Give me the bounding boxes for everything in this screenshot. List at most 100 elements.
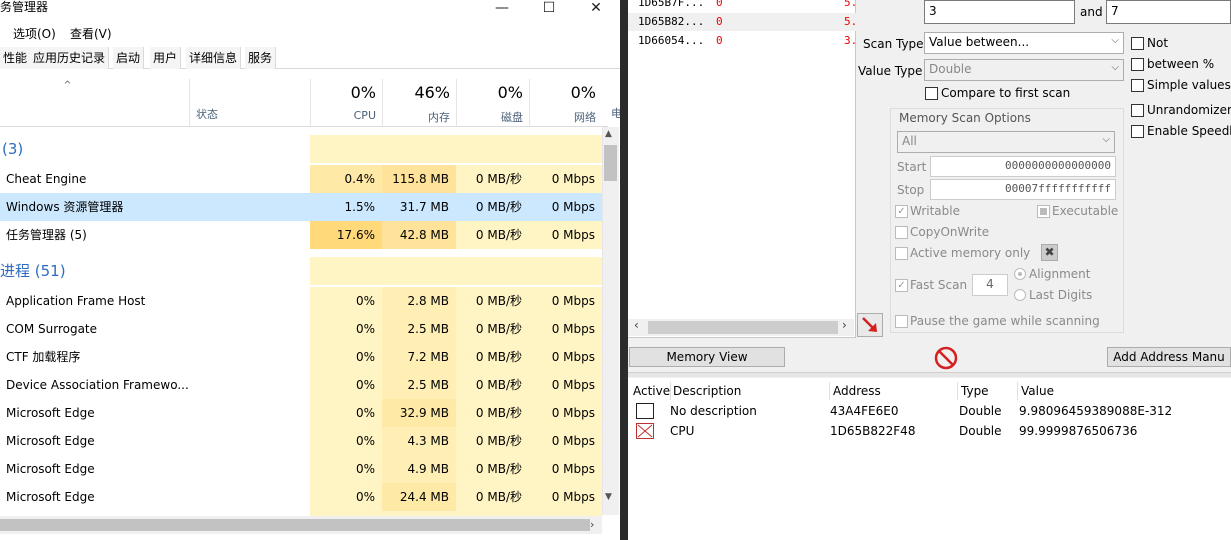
process-name: Microsoft Edge [6, 462, 95, 476]
process-name: Microsoft Edge [6, 434, 95, 448]
active-memory-checkbox[interactable] [895, 247, 908, 260]
process-name: Windows 资源管理器 [6, 200, 124, 214]
table-row[interactable]: Microsoft Edge 0% 32.9 MB 0 MB/秒 0 Mbps [0, 399, 602, 427]
active-checkbox-checked[interactable] [636, 423, 654, 439]
col-active[interactable]: Active [633, 384, 670, 398]
table-row[interactable]: Cheat Engine 0.4% 115.8 MB 0 MB/秒 0 Mbps [0, 165, 602, 193]
tab-performance[interactable]: 性能 [0, 47, 32, 69]
col-disk[interactable]: 0% 磁盘 [456, 79, 529, 127]
scroll-up-icon[interactable]: ▲ [605, 129, 612, 139]
red-arrow-icon [862, 317, 877, 332]
value-from-input[interactable]: 3 [924, 0, 1075, 24]
cpu-cell: 0% [310, 287, 382, 315]
executable-indeterminate-mark [1040, 208, 1047, 215]
add-address-manually-button[interactable]: Add Address Manu [1107, 347, 1231, 367]
list-hscroll-thumb[interactable] [648, 321, 838, 334]
value-to-input[interactable]: 7 [1106, 0, 1231, 24]
scroll-down-icon[interactable]: ▼ [605, 492, 612, 502]
table-row[interactable]: Microsoft Edge 0% 4.9 MB 0 MB/秒 0 Mbps [0, 455, 602, 483]
memory-view-button[interactable]: Memory View [629, 347, 785, 367]
writable-label: Writable [910, 204, 960, 218]
table-row[interactable]: COM Surrogate 0% 2.5 MB 0 MB/秒 0 Mbps [0, 315, 602, 343]
scroll-right-icon[interactable]: › [590, 518, 594, 531]
cross-icon [637, 424, 653, 438]
process-name: Cheat Engine [6, 172, 87, 186]
list-scroll-right-icon[interactable]: › [842, 318, 847, 332]
stop-address-input[interactable]: 00007fffffffffff [930, 179, 1116, 200]
found-address: 1D65B7F... [638, 0, 705, 9]
executable-checkbox[interactable] [1037, 205, 1050, 218]
last-digits-radio[interactable] [1014, 289, 1026, 301]
copyonwrite-checkbox[interactable] [895, 226, 908, 239]
close-icon[interactable]: ✕ [574, 0, 618, 18]
and-label: and [1080, 5, 1103, 19]
cpu-cell: 0% [310, 315, 382, 343]
splitter[interactable] [628, 372, 1231, 377]
cpu-pct: 0% [350, 83, 376, 102]
group-processes[interactable]: 进程 (51) [0, 257, 602, 285]
close-icon[interactable]: ✖ [1041, 244, 1058, 261]
tab-bar: 性能 应用历史记录 启动 用户 详细信息 服务 [0, 47, 620, 69]
tab-details[interactable]: 详细信息 [186, 47, 242, 69]
writable-checkbox[interactable]: ✓ [895, 205, 908, 218]
net-cell: 0 Mbps [529, 455, 602, 483]
tab-startup[interactable]: 启动 [113, 47, 145, 69]
menu-options[interactable]: 选项(O) [13, 25, 56, 42]
hscroll-thumb[interactable] [0, 519, 590, 531]
menu-view[interactable]: 查看(V) [70, 25, 112, 42]
alignment-radio[interactable] [1014, 268, 1026, 280]
disk-cell: 0 MB/秒 [456, 287, 529, 315]
col-type[interactable]: Type [961, 384, 989, 398]
col-net[interactable]: 0% 网络 [529, 79, 602, 127]
speedhack-checkbox[interactable] [1131, 125, 1144, 138]
table-row[interactable]: Application Frame Host 0% 2.8 MB 0 MB/秒 … [0, 287, 602, 315]
cpu-cell: 0% [310, 483, 382, 511]
table-row[interactable]: 任务管理器 (5) 17.6% 42.8 MB 0 MB/秒 0 Mbps [0, 221, 602, 249]
table-row[interactable]: Microsoft Edge 0% 24.4 MB 0 MB/秒 0 Mbps [0, 483, 602, 511]
sort-caret-icon[interactable]: ⌃ [62, 79, 73, 94]
scrollbar-thumb[interactable] [604, 145, 617, 181]
fast-scan-input[interactable]: 4 [972, 274, 1008, 296]
col-cpu[interactable]: 0% CPU [310, 79, 382, 127]
table-row[interactable]: Device Association Framewo... 0% 2.5 MB … [0, 371, 602, 399]
process-name: 任务管理器 (5) [6, 228, 87, 242]
found-address-list[interactable]: 1D65B7F... 0 5. 1D65B82... 0 5. 1D66054.… [628, 0, 857, 338]
table-row[interactable]: Windows 资源管理器 1.5% 31.7 MB 0 MB/秒 0 Mbps [0, 193, 602, 221]
simple-values-checkbox[interactable] [1131, 79, 1144, 92]
fast-scan-checkbox[interactable]: ✓ [895, 279, 908, 292]
not-checkbox[interactable] [1131, 37, 1144, 50]
group-apps[interactable]: (3) [0, 135, 602, 163]
pause-game-checkbox[interactable] [895, 315, 908, 328]
list-scroll-left-icon[interactable]: ‹ [634, 318, 639, 332]
compare-first-checkbox[interactable] [925, 87, 938, 100]
net-label: 网络 [574, 111, 596, 124]
net-cell: 0 Mbps [529, 193, 602, 221]
col-description[interactable]: Description [673, 384, 741, 398]
start-address-input[interactable]: 0000000000000000 [930, 156, 1116, 177]
col-address[interactable]: Address [833, 384, 881, 398]
active-checkbox[interactable] [636, 403, 654, 419]
minimize-icon[interactable]: — [480, 0, 524, 18]
chevron-down-icon: ⌵ [1111, 62, 1119, 73]
tab-users[interactable]: 用户 [150, 47, 182, 69]
between-pct-checkbox[interactable] [1131, 58, 1144, 71]
value-type-select[interactable]: Double ⌵ [924, 59, 1124, 81]
tab-app-history[interactable]: 应用历史记录 [30, 47, 110, 69]
tab-services[interactable]: 服务 [245, 47, 277, 69]
net-pct: 0% [570, 83, 596, 102]
add-to-list-arrow-button[interactable] [857, 313, 883, 337]
last-digits-label: Last Digits [1029, 288, 1093, 302]
region-select[interactable]: All ⌵ [897, 131, 1115, 153]
unrandomizer-checkbox[interactable] [1131, 104, 1144, 117]
table-row[interactable]: Microsoft Edge 0% 4.3 MB 0 MB/秒 0 Mbps [0, 427, 602, 455]
table-row[interactable]: CTF 加载程序 0% 7.2 MB 0 MB/秒 0 Mbps [0, 343, 602, 371]
group-processes-label: 进程 (51) [0, 262, 66, 280]
maximize-icon[interactable]: ☐ [527, 0, 571, 18]
net-cell: 0 Mbps [529, 483, 602, 511]
vertical-scrollbar[interactable] [602, 127, 619, 515]
address-table [628, 378, 1231, 540]
col-value[interactable]: Value [1021, 384, 1054, 398]
scan-type-select[interactable]: Value between... ⌵ [924, 32, 1124, 54]
stop-sign-icon[interactable] [933, 345, 959, 371]
col-mem[interactable]: 46% 内存 [382, 79, 456, 127]
